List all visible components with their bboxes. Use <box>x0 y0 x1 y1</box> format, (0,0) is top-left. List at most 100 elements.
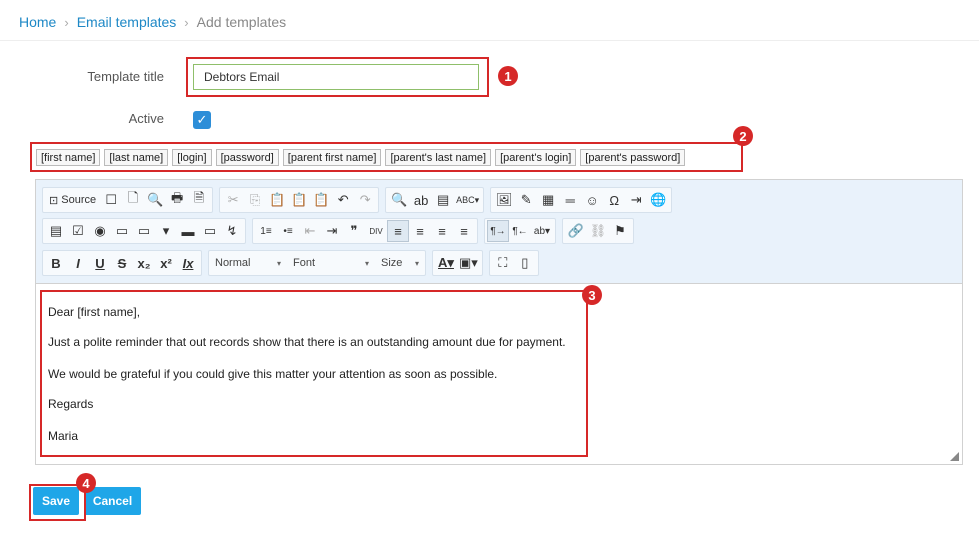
print-icon[interactable]: 🖶 <box>166 189 188 211</box>
toolbar-row-2: ▤ ☑ ◉ ▭ ▭ ▾ ▬ ▭ ↯ 1≡ •≡ ⇤ ⇥ ❞ DIV ≡ ≡ ≡ … <box>42 218 640 244</box>
placeholder-parent-last-name[interactable]: [parent's last name] <box>385 149 492 166</box>
checkbox-icon[interactable]: ☑ <box>67 220 89 242</box>
text-rtl-icon[interactable]: ¶← <box>509 220 531 242</box>
div-container-icon[interactable]: DIV <box>365 220 387 242</box>
size-dropdown[interactable]: Size ▾ <box>375 252 425 274</box>
placeholder-login[interactable]: [login] <box>172 149 212 166</box>
anchor-icon[interactable]: ⚑ <box>609 220 631 242</box>
remove-format-icon[interactable]: Ix <box>177 252 199 274</box>
bulleted-list-icon[interactable]: •≡ <box>277 220 299 242</box>
cancel-button[interactable]: Cancel <box>84 487 141 515</box>
select-icon[interactable]: ▾ <box>155 220 177 242</box>
preview-icon[interactable]: 🔍 <box>144 189 166 211</box>
horizontal-rule-icon[interactable]: ═ <box>559 189 581 211</box>
callout-box-4 <box>29 484 86 521</box>
bold-icon[interactable]: B <box>45 252 67 274</box>
redo-icon[interactable]: ↷ <box>354 189 376 211</box>
maximize-icon[interactable]: ⛶ <box>492 252 514 274</box>
toolbar-group-forms: ▤ ☑ ◉ ▭ ▭ ▾ ▬ ▭ ↯ <box>42 218 246 244</box>
breadcrumb-home-link[interactable]: Home <box>19 14 56 30</box>
toolbar-group-document: ⊡ Source ☐ 🗋 🔍 🖶 🗎 <box>42 187 214 213</box>
button-icon[interactable]: ▬ <box>177 220 199 242</box>
radio-icon[interactable]: ◉ <box>89 220 111 242</box>
language-icon[interactable]: ab▾ <box>531 220 553 242</box>
placeholder-parent-password[interactable]: [parent's password] <box>580 149 686 166</box>
form-icon[interactable]: ▤ <box>45 220 67 242</box>
show-blocks-icon[interactable]: ▯ <box>514 252 536 274</box>
breadcrumb-current: Add templates <box>196 14 287 30</box>
align-right-icon[interactable]: ≡ <box>431 220 453 242</box>
resize-handle-icon[interactable] <box>950 452 959 461</box>
callout-box-1 <box>186 57 489 97</box>
placeholder-tags: [first name] [last name] [login] [passwo… <box>36 149 686 166</box>
placeholder-password[interactable]: [password] <box>215 149 279 166</box>
breadcrumb-separator: › <box>184 14 189 30</box>
iframe-icon[interactable]: 🌐 <box>647 189 669 211</box>
textarea-icon[interactable]: ▭ <box>133 220 155 242</box>
align-left-icon[interactable]: ≡ <box>387 220 409 242</box>
superscript-icon[interactable]: x² <box>155 252 177 274</box>
format-dropdown[interactable]: Normal ▾ <box>209 252 287 274</box>
templates-icon[interactable]: 🗎 <box>188 189 210 211</box>
unlink-icon[interactable]: ⛓ <box>587 220 609 242</box>
editor-toolbar: ⊡ Source ☐ 🗋 🔍 🖶 🗎 ✂ ⎘ 📋 📋 📋 ↶ ↷ 🔍 ab ▤ <box>36 180 962 284</box>
italic-icon[interactable]: I <box>67 252 89 274</box>
select-all-icon[interactable]: ▤ <box>432 189 454 211</box>
format-dropdown-label: Normal <box>215 257 251 269</box>
subscript-icon[interactable]: x₂ <box>133 252 155 274</box>
placeholder-last-name[interactable]: [last name] <box>104 149 169 166</box>
table-icon[interactable]: ▦ <box>537 189 559 211</box>
copy-icon[interactable]: ⎘ <box>244 189 266 211</box>
template-title-label: Template title <box>87 69 164 84</box>
background-color-icon[interactable]: ▣▾ <box>457 252 480 274</box>
link-icon[interactable]: 🔗 <box>565 220 587 242</box>
toolbar-group-tools: ⛶ ▯ <box>488 250 539 276</box>
placeholder-parent-login[interactable]: [parent's login] <box>495 149 577 166</box>
underline-icon[interactable]: U <box>89 252 111 274</box>
source-label: Source <box>61 194 97 206</box>
indent-icon[interactable]: ⇥ <box>321 220 343 242</box>
placeholder-first-name[interactable]: [first name] <box>36 149 101 166</box>
callout-badge-2: 2 <box>733 126 753 146</box>
spellcheck-icon[interactable]: ABC▾ <box>454 189 481 211</box>
image-button-icon[interactable]: ▭ <box>199 220 221 242</box>
font-dropdown[interactable]: Font ▾ <box>287 252 375 274</box>
special-char-icon[interactable]: Ω <box>603 189 625 211</box>
replace-icon[interactable]: ab <box>410 189 432 211</box>
toolbar-group-direction: ¶→ ¶← ab▾ <box>484 218 556 244</box>
hidden-field-icon[interactable]: ↯ <box>221 220 243 242</box>
toolbar-group-basicstyles: B I U S x₂ x² Ix <box>42 250 202 276</box>
new-page-icon[interactable]: 🗋 <box>122 189 144 211</box>
image-icon[interactable]: 🖼 <box>493 189 515 211</box>
toolbar-group-links: 🔗 ⛓ ⚑ <box>562 218 634 244</box>
undo-icon[interactable]: ↶ <box>332 189 354 211</box>
flash-icon[interactable]: ✎ <box>515 189 537 211</box>
outdent-icon[interactable]: ⇤ <box>299 220 321 242</box>
paste-icon[interactable]: 📋 <box>266 189 288 211</box>
align-center-icon[interactable]: ≡ <box>409 220 431 242</box>
strikethrough-icon[interactable]: S <box>111 252 133 274</box>
active-checkbox[interactable]: ✓ <box>193 111 211 129</box>
find-icon[interactable]: 🔍 <box>388 189 410 211</box>
toolbar-row-1: ⊡ Source ☐ 🗋 🔍 🖶 🗎 ✂ ⎘ 📋 📋 📋 ↶ ↷ 🔍 ab ▤ <box>42 187 678 213</box>
numbered-list-icon[interactable]: 1≡ <box>255 220 277 242</box>
checkmark-icon: ✓ <box>196 112 208 127</box>
source-button[interactable]: ⊡ Source <box>45 189 100 211</box>
callout-badge-4: 4 <box>76 473 96 493</box>
paste-word-icon[interactable]: 📋 <box>310 189 332 211</box>
toolbar-group-paragraph: 1≡ •≡ ⇤ ⇥ ❞ DIV ≡ ≡ ≡ ≡ <box>252 218 478 244</box>
textfield-icon[interactable]: ▭ <box>111 220 133 242</box>
placeholder-parent-first-name[interactable]: [parent first name] <box>282 149 382 166</box>
text-color-icon[interactable]: A▾ <box>435 252 457 274</box>
blockquote-icon[interactable]: ❞ <box>343 220 365 242</box>
cut-icon[interactable]: ✂ <box>222 189 244 211</box>
smiley-icon[interactable]: ☺ <box>581 189 603 211</box>
chevron-down-icon: ▾ <box>364 258 369 268</box>
text-ltr-icon[interactable]: ¶→ <box>487 220 509 242</box>
paste-text-icon[interactable]: 📋 <box>288 189 310 211</box>
save-icon[interactable]: ☐ <box>100 189 122 211</box>
align-justify-icon[interactable]: ≡ <box>453 220 475 242</box>
breadcrumb-email-templates-link[interactable]: Email templates <box>77 14 177 30</box>
font-dropdown-label: Font <box>293 257 316 269</box>
page-break-icon[interactable]: ⇥ <box>625 189 647 211</box>
